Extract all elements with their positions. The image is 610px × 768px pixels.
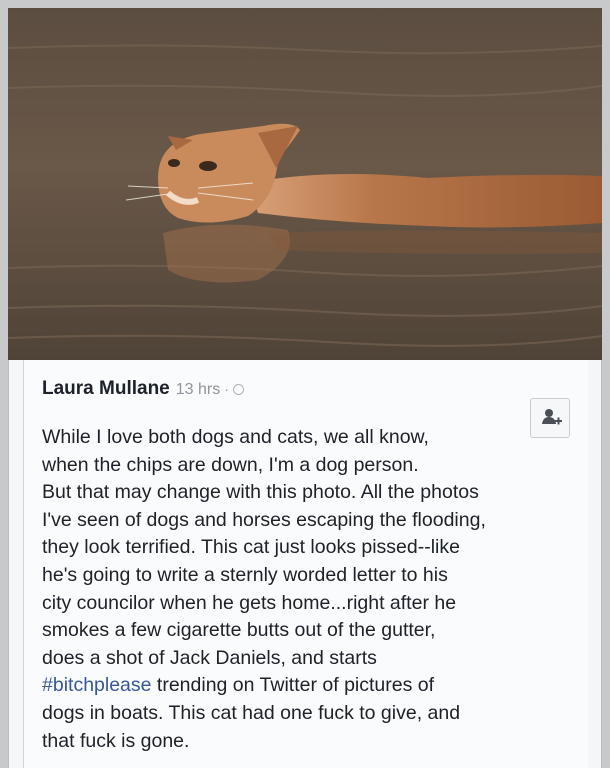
post-line: dogs in boats. This cat had one fuck to … <box>42 701 461 724</box>
hashtag-line-rest: trending on Twitter of pictures of <box>151 674 435 697</box>
author-name[interactable]: Laura Mullane <box>42 378 170 400</box>
post-line: that fuck is gone. <box>42 729 190 752</box>
post-line: when the chips are down, I'm a dog perso… <box>42 453 419 476</box>
post-content: Laura Mullane 13 hrs · While I love both… <box>23 360 588 768</box>
post-line: But that may change with this photo. All… <box>42 481 479 504</box>
post-line: smokes a few cigarette butts out of the … <box>42 619 436 642</box>
post-line-with-hashtag: #bitchplease trending on Twitter of pict… <box>42 672 532 700</box>
post-line: does a shot of Jack Daniels, and starts <box>42 646 377 669</box>
post-line: I've seen of dogs and horses escaping th… <box>42 508 486 531</box>
post-photo[interactable] <box>8 8 602 360</box>
add-friend-button[interactable] <box>530 398 570 438</box>
post-line: city councilor when he gets home...right… <box>42 591 457 614</box>
post-timestamp[interactable]: 13 hrs <box>176 381 220 399</box>
hashtag-link[interactable]: #bitchplease <box>42 674 152 696</box>
globe-icon <box>232 384 244 395</box>
post-line: he's going to write a sternly worded let… <box>42 563 448 586</box>
add-friend-icon <box>542 409 562 425</box>
post-line: they look terrified. This cat just looks… <box>42 536 460 559</box>
post-body: While I love both dogs and cats, we all … <box>42 424 532 755</box>
cat-swimming-image <box>8 8 602 360</box>
post-card: Laura Mullane 13 hrs · While I love both… <box>8 360 602 768</box>
post-header: Laura Mullane 13 hrs · <box>42 378 244 400</box>
meta-separator: · <box>224 381 229 397</box>
post-line: While I love both dogs and cats, we all … <box>42 426 429 448</box>
